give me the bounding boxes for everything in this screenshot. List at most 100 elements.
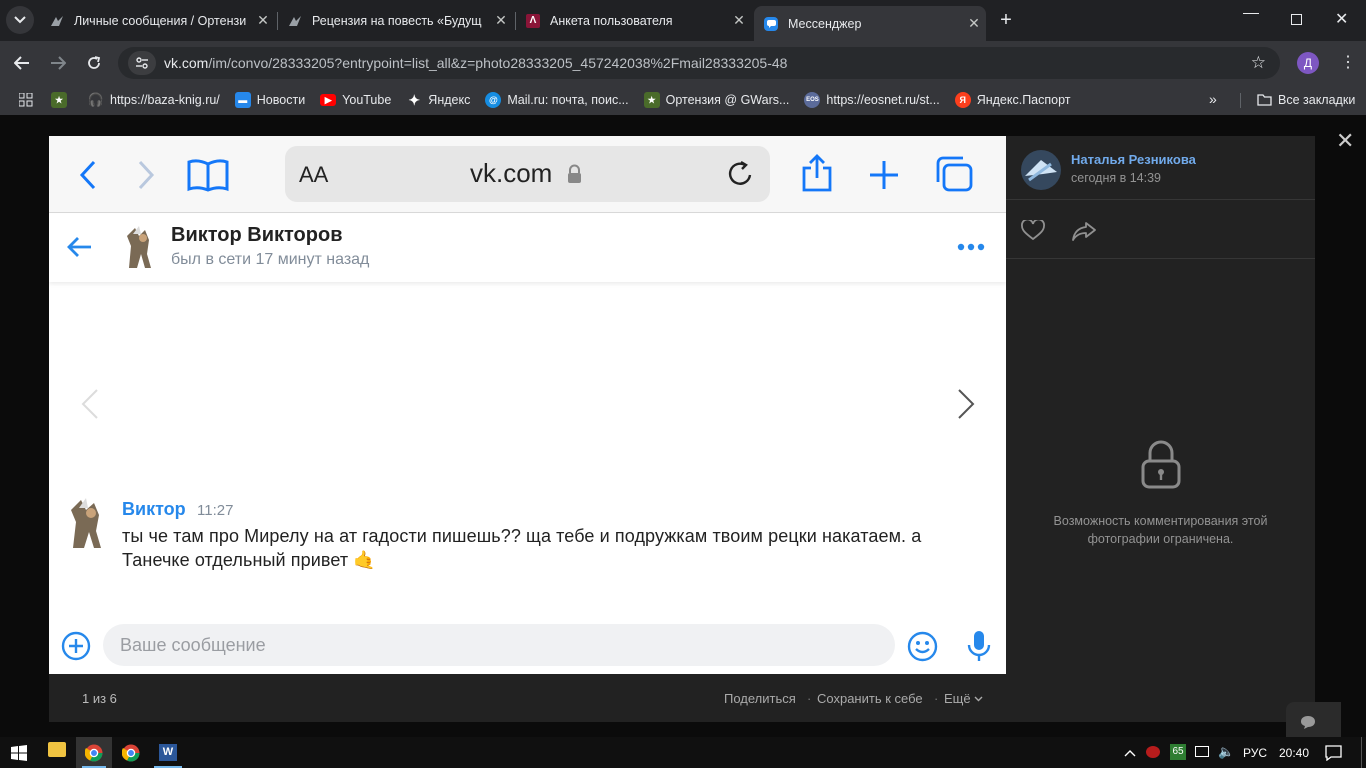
windows-taskbar: W 65 🔈 РУС 20:40 — [0, 737, 1366, 768]
save-link[interactable]: Сохранить к себе — [817, 691, 923, 706]
apps-icon[interactable] — [19, 93, 33, 107]
chat-button[interactable] — [1286, 702, 1341, 742]
show-desktop[interactable] — [1361, 737, 1362, 768]
message-input: Ваше сообщение — [103, 624, 895, 666]
file-explorer-icon[interactable] — [48, 742, 66, 757]
chrome-icon[interactable] — [122, 744, 140, 762]
eos-icon: EOS — [804, 92, 821, 108]
divider — [1006, 258, 1315, 259]
close-tab-icon[interactable]: ✕ — [962, 15, 986, 32]
all-bookmarks[interactable]: Все закладки — [1256, 92, 1355, 108]
lock-icon — [568, 164, 581, 183]
bookmark-yandex-passport[interactable]: Я Яндекс.Паспорт — [954, 92, 1071, 108]
clock[interactable]: 20:40 — [1279, 746, 1309, 760]
antivirus-tray-icon[interactable] — [1146, 746, 1160, 758]
close-window-icon[interactable]: ✕ — [1335, 9, 1348, 29]
network-icon[interactable] — [1195, 746, 1209, 757]
close-viewer-icon[interactable]: ✕ — [1336, 130, 1354, 152]
windows-start-icon[interactable] — [11, 745, 27, 761]
chrome-taskbar-item[interactable] — [76, 737, 112, 768]
bookmark-news[interactable]: ▬ Новости — [234, 92, 306, 108]
message-avatar — [65, 496, 115, 550]
tab-bar: Личные сообщения / Ортензи ✕ Рецензия на… — [0, 0, 1366, 41]
site-settings-icon[interactable] — [128, 51, 156, 75]
safari-reload-icon — [728, 160, 752, 185]
bookmark-yandex[interactable]: ✦ Яндекс — [406, 92, 470, 108]
microphone-icon — [967, 631, 991, 661]
share-arrow-icon[interactable] — [1072, 221, 1097, 241]
tab-profile-form[interactable]: Λ Анкета пользователя ✕ — [516, 6, 751, 35]
minimize-icon[interactable] — [1243, 13, 1259, 14]
bookmark-eosnet[interactable]: EOS https://eosnet.ru/st... — [804, 92, 940, 108]
tab-review[interactable]: Рецензия на повесть «Будущ ✕ — [278, 6, 513, 35]
word-icon[interactable]: W — [159, 744, 177, 761]
more-bookmarks-icon[interactable]: » — [1209, 91, 1217, 107]
bookmark-star-green[interactable]: ★ — [51, 92, 73, 108]
bookmark-label: Яндекс.Паспорт — [976, 93, 1071, 107]
bookmark-mailru[interactable]: @ Mail.ru: почта, поис... — [485, 92, 629, 108]
like-heart-icon[interactable] — [1021, 220, 1045, 241]
address-bar[interactable]: vk.com/im/convo/28333205?entrypoint=list… — [118, 47, 1280, 79]
message-text: ты че там про Мирелу на ат гадости пишеш… — [122, 524, 921, 572]
battery-tray-icon[interactable]: 65 — [1170, 744, 1186, 760]
bookmark-label: Ортензия @ GWars... — [665, 93, 790, 107]
youtube-icon: ▶ — [320, 94, 337, 106]
close-tab-icon[interactable]: ✕ — [727, 12, 751, 29]
tab-gwars-messages[interactable]: Личные сообщения / Ортензи ✕ — [40, 6, 275, 35]
comments-disabled-text: Возможность комментирования этой фотогра… — [1053, 514, 1268, 546]
notifications-icon[interactable] — [1325, 745, 1342, 761]
chrome-icon — [85, 744, 103, 762]
message-time: 11:27 — [197, 502, 234, 519]
profile-avatar[interactable]: Д — [1297, 52, 1319, 74]
close-tab-icon[interactable]: ✕ — [251, 12, 275, 29]
tab-messenger[interactable]: Мессенджер ✕ — [754, 6, 986, 41]
close-tab-icon[interactable]: ✕ — [489, 12, 513, 29]
tab-title: Личные сообщения / Ортензи — [74, 13, 247, 28]
next-photo-icon[interactable] — [956, 388, 976, 420]
volume-icon[interactable]: 🔈 — [1218, 744, 1234, 760]
mail-at-icon: @ — [485, 92, 502, 108]
share-link[interactable]: Поделиться — [724, 691, 796, 706]
bookmark-star-icon[interactable]: ☆ — [1251, 53, 1266, 73]
safari-back-icon — [79, 160, 96, 190]
divider — [1006, 199, 1315, 200]
author-date: сегодня в 14:39 — [1071, 171, 1161, 185]
restore-icon[interactable] — [1291, 14, 1302, 25]
photo-side-panel: Наталья Резникова сегодня в 14:39 Возмож… — [1006, 136, 1341, 742]
url-text[interactable]: vk.com/im/convo/28333205?entrypoint=list… — [164, 55, 787, 71]
author-name[interactable]: Наталья Резникова — [1071, 152, 1196, 167]
viewer-photo[interactable]: AA vk.com Виктор Викторов был в сети 17 … — [49, 136, 1006, 674]
tab-title: Рецензия на повесть «Будущ — [312, 13, 482, 28]
emoji-icon — [907, 631, 938, 662]
chat-name: Виктор Викторов — [171, 224, 343, 246]
chat-avatar — [121, 224, 157, 270]
bookmark-youtube[interactable]: ▶ YouTube — [320, 93, 391, 107]
chevron-up-icon[interactable] — [1124, 749, 1136, 757]
forward-icon[interactable] — [43, 48, 73, 78]
bookmark-label: https://eosnet.ru/st... — [826, 93, 940, 107]
reload-icon[interactable] — [79, 48, 109, 78]
safari-new-tab-icon — [870, 161, 898, 189]
chat-more-icon — [957, 243, 985, 251]
headphones-icon: 🎧 — [87, 92, 105, 107]
bookmark-baza-knig[interactable]: 🎧 https://baza-knig.ru/ — [88, 92, 220, 108]
bookmark-label: Новости — [256, 93, 306, 107]
gwars-icon: ★ — [643, 92, 660, 108]
more-link[interactable]: Ещё — [944, 691, 971, 706]
back-icon[interactable] — [7, 48, 37, 78]
yandex-passport-icon: Я — [954, 92, 971, 108]
language-indicator[interactable]: РУС — [1243, 746, 1267, 760]
chat-back-icon — [67, 237, 91, 257]
all-bookmarks-label: Все закладки — [1278, 93, 1356, 107]
menu-icon[interactable]: ⋮ — [1340, 52, 1356, 74]
message-line: Танечке отдельный привет 🤙 — [122, 550, 376, 570]
bookmark-gwars[interactable]: ★ Ортензия @ GWars... — [643, 92, 790, 108]
previous-photo-icon[interactable] — [80, 388, 100, 420]
author-avatar[interactable] — [1021, 150, 1061, 190]
new-tab-button[interactable]: + — [991, 5, 1021, 35]
tab-search-button[interactable] — [6, 6, 34, 34]
chevron-down-icon — [14, 16, 26, 24]
safari-tabs-icon — [936, 156, 973, 192]
folder-icon — [1256, 92, 1272, 108]
chevron-down-icon — [974, 696, 983, 702]
